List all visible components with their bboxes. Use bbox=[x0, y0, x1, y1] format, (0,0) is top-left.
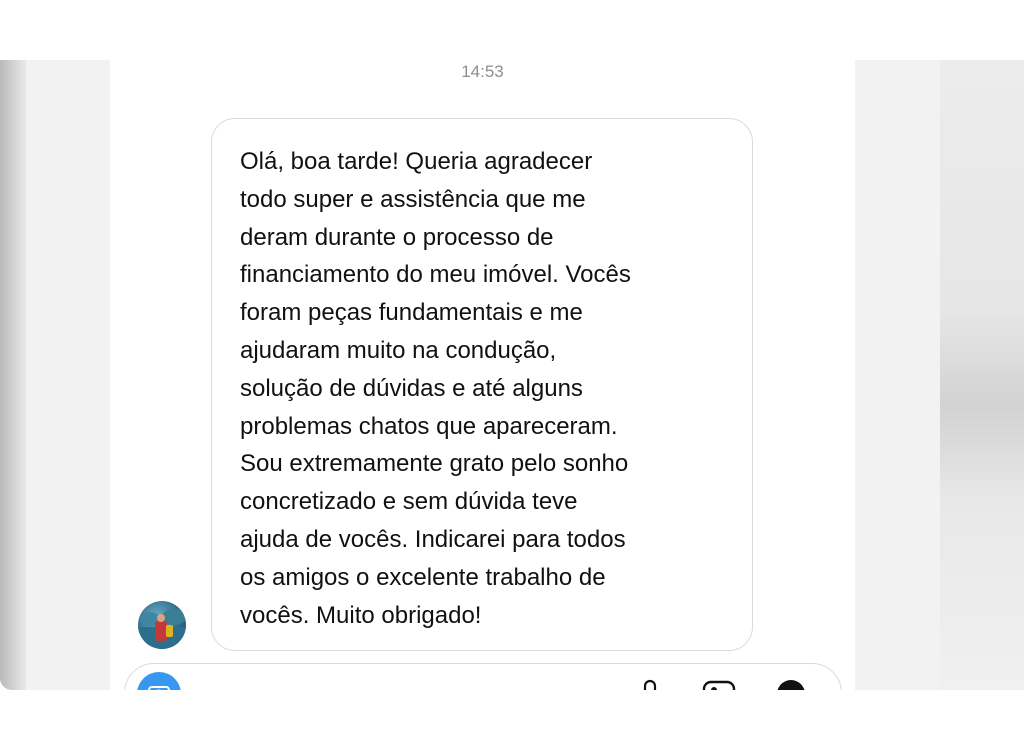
sticker-icon[interactable] bbox=[773, 678, 809, 690]
camera-button[interactable] bbox=[137, 672, 181, 690]
left-edge-shadow bbox=[0, 60, 26, 690]
message-timestamp: 14:53 bbox=[461, 62, 504, 81]
avatar-photo bbox=[138, 609, 186, 649]
sender-avatar[interactable] bbox=[138, 601, 186, 649]
microphone-icon[interactable] bbox=[637, 678, 663, 690]
chat-thread: 14:53 Olá, boa tarde! Queria agradecer t… bbox=[110, 60, 855, 690]
message-text: Olá, boa tarde! Queria agradecer todo su… bbox=[240, 148, 631, 629]
message-bubble: Olá, boa tarde! Queria agradecer todo su… bbox=[211, 118, 753, 651]
image-icon[interactable] bbox=[701, 678, 737, 690]
camera-icon bbox=[148, 686, 170, 690]
right-edge-blur bbox=[940, 60, 1024, 690]
message-composer[interactable] bbox=[124, 663, 842, 690]
screenshot-card: 14:53 Olá, boa tarde! Queria agradecer t… bbox=[0, 60, 1024, 690]
